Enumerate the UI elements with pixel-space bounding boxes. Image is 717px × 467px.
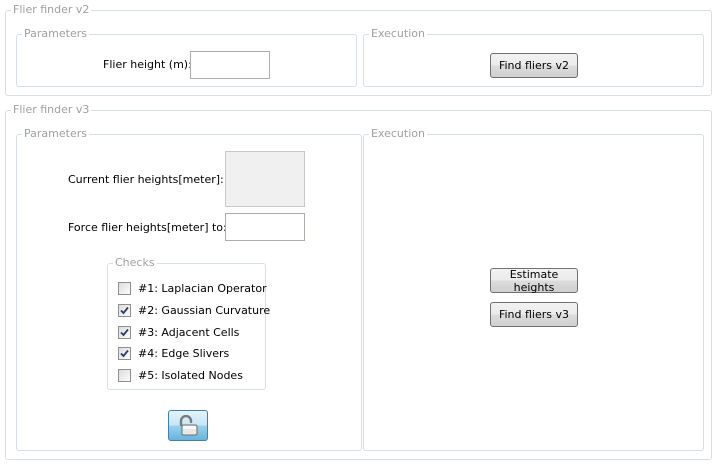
checkbox[interactable] bbox=[118, 368, 131, 382]
current-flier-heights-label: Current flier heights[meter]: bbox=[68, 173, 224, 186]
flier-finder-v2-group: Flier finder v2 Parameters Flier height … bbox=[5, 3, 712, 96]
unlocked-padlock-icon bbox=[179, 414, 198, 435]
v3-parameters-group: Parameters Current flier heights[meter]:… bbox=[16, 127, 362, 451]
find-fliers-v3-button[interactable]: Find fliers v3 bbox=[490, 302, 578, 327]
checkmark-icon bbox=[120, 349, 129, 357]
v3-execution-title: Execution bbox=[369, 127, 427, 141]
estimate-heights-button[interactable]: Estimate heights bbox=[490, 268, 578, 294]
v2-execution-group: Execution Find fliers v2 bbox=[363, 27, 704, 87]
checkmark-icon bbox=[120, 328, 129, 336]
check-edge-slivers[interactable]: #4: Edge Slivers bbox=[118, 345, 229, 361]
v2-parameters-title: Parameters bbox=[22, 27, 89, 41]
checks-group: Checks #1: Laplacian Operator #2: Gaussi… bbox=[107, 256, 270, 390]
check-label: #5: Isolated Nodes bbox=[138, 368, 243, 382]
check-label: #2: Gaussian Curvature bbox=[138, 303, 271, 317]
check-gaussian-curvature[interactable]: #2: Gaussian Curvature bbox=[118, 302, 270, 318]
flier-finder-v2-title: Flier finder v2 bbox=[11, 3, 92, 17]
v3-parameters-title: Parameters bbox=[22, 127, 89, 141]
force-flier-heights-label: Force flier heights[meter] to: bbox=[68, 221, 227, 234]
lock-toggle-button[interactable] bbox=[168, 410, 208, 441]
check-isolated-nodes[interactable]: #5: Isolated Nodes bbox=[118, 367, 243, 383]
v2-execution-title: Execution bbox=[369, 27, 427, 41]
checkbox[interactable] bbox=[118, 346, 131, 360]
checkmark-icon bbox=[120, 306, 129, 314]
flier-finder-v3-title: Flier finder v3 bbox=[11, 103, 92, 117]
find-fliers-v2-button[interactable]: Find fliers v2 bbox=[490, 53, 578, 78]
flier-finder-v3-group: Flier finder v3 Parameters Current flier… bbox=[5, 103, 712, 460]
flier-height-input[interactable] bbox=[190, 51, 270, 79]
checkbox[interactable] bbox=[118, 281, 131, 295]
current-flier-heights-field[interactable] bbox=[225, 151, 305, 207]
checks-title: Checks bbox=[113, 256, 157, 270]
v2-parameters-group: Parameters Flier height (m): bbox=[16, 27, 357, 87]
checkbox[interactable] bbox=[118, 325, 131, 339]
checkbox[interactable] bbox=[118, 303, 131, 317]
check-adjacent-cells[interactable]: #3: Adjacent Cells bbox=[118, 324, 239, 340]
v3-execution-group: Execution Estimate heights Find fliers v… bbox=[363, 127, 704, 451]
flier-height-label: Flier height (m): bbox=[103, 58, 192, 71]
check-label: #4: Edge Slivers bbox=[138, 346, 230, 360]
force-flier-heights-input[interactable] bbox=[225, 213, 305, 241]
check-label: #3: Adjacent Cells bbox=[138, 325, 240, 339]
check-laplacian-operator[interactable]: #1: Laplacian Operator bbox=[118, 280, 267, 296]
check-label: #1: Laplacian Operator bbox=[138, 281, 267, 295]
